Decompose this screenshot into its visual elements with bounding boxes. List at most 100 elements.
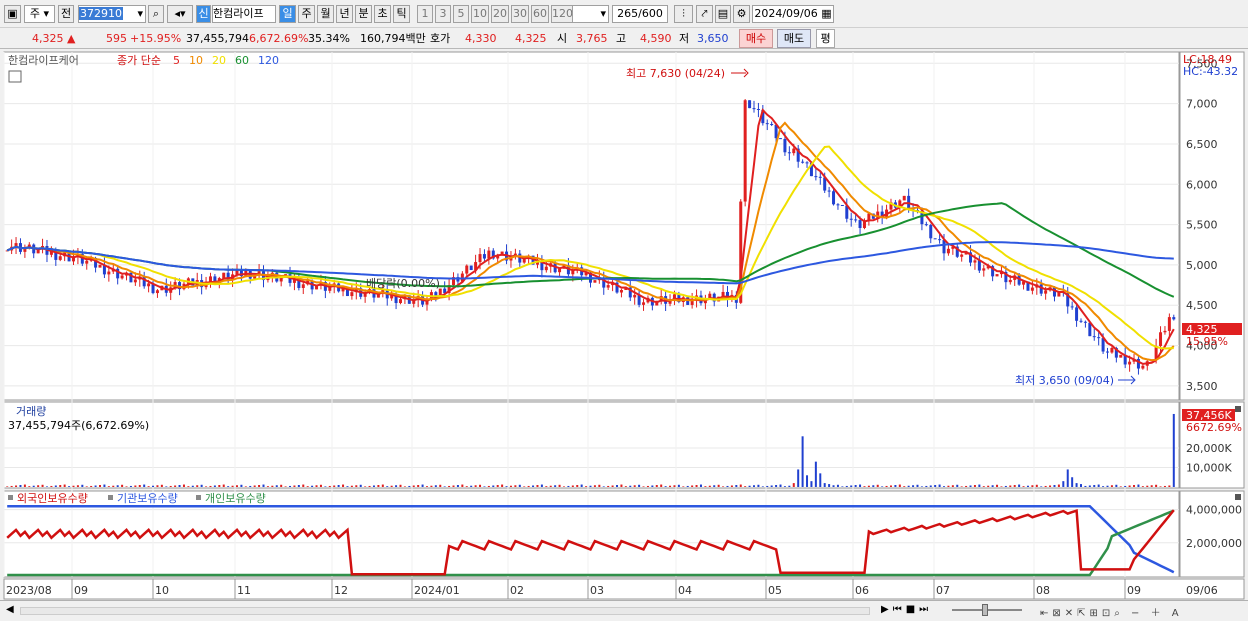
layout-icon[interactable]: ▣ [4, 5, 21, 23]
volume-bar [505, 486, 508, 487]
period-button[interactable]: 년 [336, 5, 353, 23]
volume-bar [311, 485, 314, 487]
volume-bar [916, 484, 919, 487]
trend-icon[interactable]: ⤤ [696, 5, 713, 23]
interval-button[interactable]: 10 [471, 5, 489, 23]
interval-button[interactable]: 120 [551, 5, 573, 23]
dropdown-icon: ▾ [600, 7, 606, 20]
volume-bar [912, 485, 915, 487]
market-select[interactable]: 주 ▾ [24, 5, 55, 23]
stock-code-input[interactable]: 372910 ▾ [78, 5, 146, 23]
volume-panel[interactable] [3, 401, 1180, 489]
period-button[interactable]: 주 [298, 5, 315, 23]
period-button[interactable]: 일 [279, 5, 296, 23]
volume-bar [381, 484, 384, 487]
interval-button[interactable]: 20 [491, 5, 509, 23]
date-tick: 04 [678, 584, 692, 597]
volume-bar [178, 485, 181, 487]
search-icon[interactable]: ⌕ [148, 5, 164, 23]
price-tick: 3,500 [1186, 380, 1218, 393]
chart-area[interactable]: 7,500 7,000 6,500 6,000 5,500 5,000 4,500 4,000… [0, 50, 1248, 600]
candle-body [1172, 317, 1176, 320]
legend-type: 종가 단순 [117, 54, 161, 67]
interval-button[interactable]: 5 [453, 5, 469, 23]
volume-bar [205, 486, 208, 487]
candle-body [1163, 330, 1167, 333]
scroll-left-icon[interactable]: ◀ [6, 604, 14, 615]
sell-button[interactable]: 매도 [777, 29, 811, 48]
period-button[interactable]: 월 [317, 5, 334, 23]
count-input[interactable]: 265/600 [612, 5, 668, 23]
volume-bar [32, 485, 35, 487]
save-icon[interactable]: ▤ [715, 5, 731, 23]
volume-bar [1106, 485, 1109, 487]
candle-body [1106, 351, 1110, 353]
nav-buttons[interactable]: ▶⏮■⏭ [881, 604, 932, 615]
volume-bar [881, 486, 884, 487]
zoom-slider-handle[interactable] [982, 604, 988, 616]
volume-bar [536, 485, 539, 487]
candle-body [558, 268, 562, 273]
interval-button[interactable]: 3 [435, 5, 451, 23]
tool-icons[interactable]: ⇤⊠✕⇱⊞⊡⌕ − ＋ A [1040, 604, 1183, 619]
volume-bar [1172, 413, 1175, 487]
volume-bar [258, 485, 261, 487]
interval-button[interactable]: 1 [417, 5, 433, 23]
volume-title: 거래량 [16, 405, 46, 418]
prev-button[interactable]: 전 [58, 5, 74, 23]
volume-bar [218, 485, 221, 487]
volume-bar [143, 484, 146, 487]
interval-button[interactable]: 30 [511, 5, 529, 23]
candle-body [779, 138, 783, 140]
volume-bar [1031, 485, 1034, 487]
candle-body [933, 238, 937, 240]
period-button[interactable]: 초 [374, 5, 391, 23]
volume-bar [532, 485, 535, 487]
volume-bar [903, 486, 906, 487]
volume-rate: 6,672.69% [249, 32, 309, 45]
date-tick: 09 [74, 584, 88, 597]
volume-bar [885, 485, 888, 487]
table-icon[interactable] [8, 70, 22, 83]
volume-bar [717, 484, 720, 487]
volume-bar [713, 485, 716, 487]
period-button[interactable]: 분 [355, 5, 372, 23]
price-panel[interactable] [3, 51, 1180, 401]
up-arrow-icon: ▲ [67, 32, 76, 45]
period-button[interactable]: 틱 [393, 5, 410, 23]
buy-button[interactable]: 매수 [739, 29, 773, 48]
new-badge[interactable]: 신 [196, 5, 211, 23]
minute-select[interactable]: ▾ [571, 5, 609, 23]
volume-bar [876, 484, 879, 487]
collapse-icon[interactable] [1235, 494, 1241, 500]
price-tick: 6,500 [1186, 138, 1218, 151]
speaker-icon[interactable]: ◂▾ [167, 5, 193, 23]
volume-bar [63, 484, 66, 487]
volume-bar [68, 486, 71, 487]
volume-bar [293, 485, 296, 487]
volume-bar [726, 485, 729, 487]
date-input[interactable]: 2024/09/06 ▦ [752, 5, 834, 23]
candle-body [752, 108, 756, 110]
volume-bar [850, 485, 853, 487]
candle-body [836, 204, 840, 206]
volume-bar [408, 485, 411, 487]
ma-legend-item: 20 [212, 54, 226, 67]
candle-body [787, 152, 791, 154]
volume-bar [1071, 477, 1074, 487]
volume-bar [987, 485, 990, 487]
volume-bar [165, 486, 168, 487]
gear-icon[interactable]: ⚙ [733, 5, 750, 23]
avg-button[interactable]: 평 [816, 29, 835, 48]
volume-bar [872, 485, 875, 487]
volume-bar [403, 486, 406, 487]
scrollbar-track[interactable] [20, 607, 870, 615]
stock-code-value: 372910 [79, 7, 123, 20]
chart-type-icon[interactable]: ⫶ [674, 5, 693, 23]
interval-button[interactable]: 60 [531, 5, 549, 23]
volume-bar [770, 485, 773, 487]
collapse-icon[interactable] [1235, 406, 1241, 412]
volume-bar [474, 485, 477, 487]
volume-bar [45, 486, 48, 487]
volume-bar [244, 486, 247, 487]
